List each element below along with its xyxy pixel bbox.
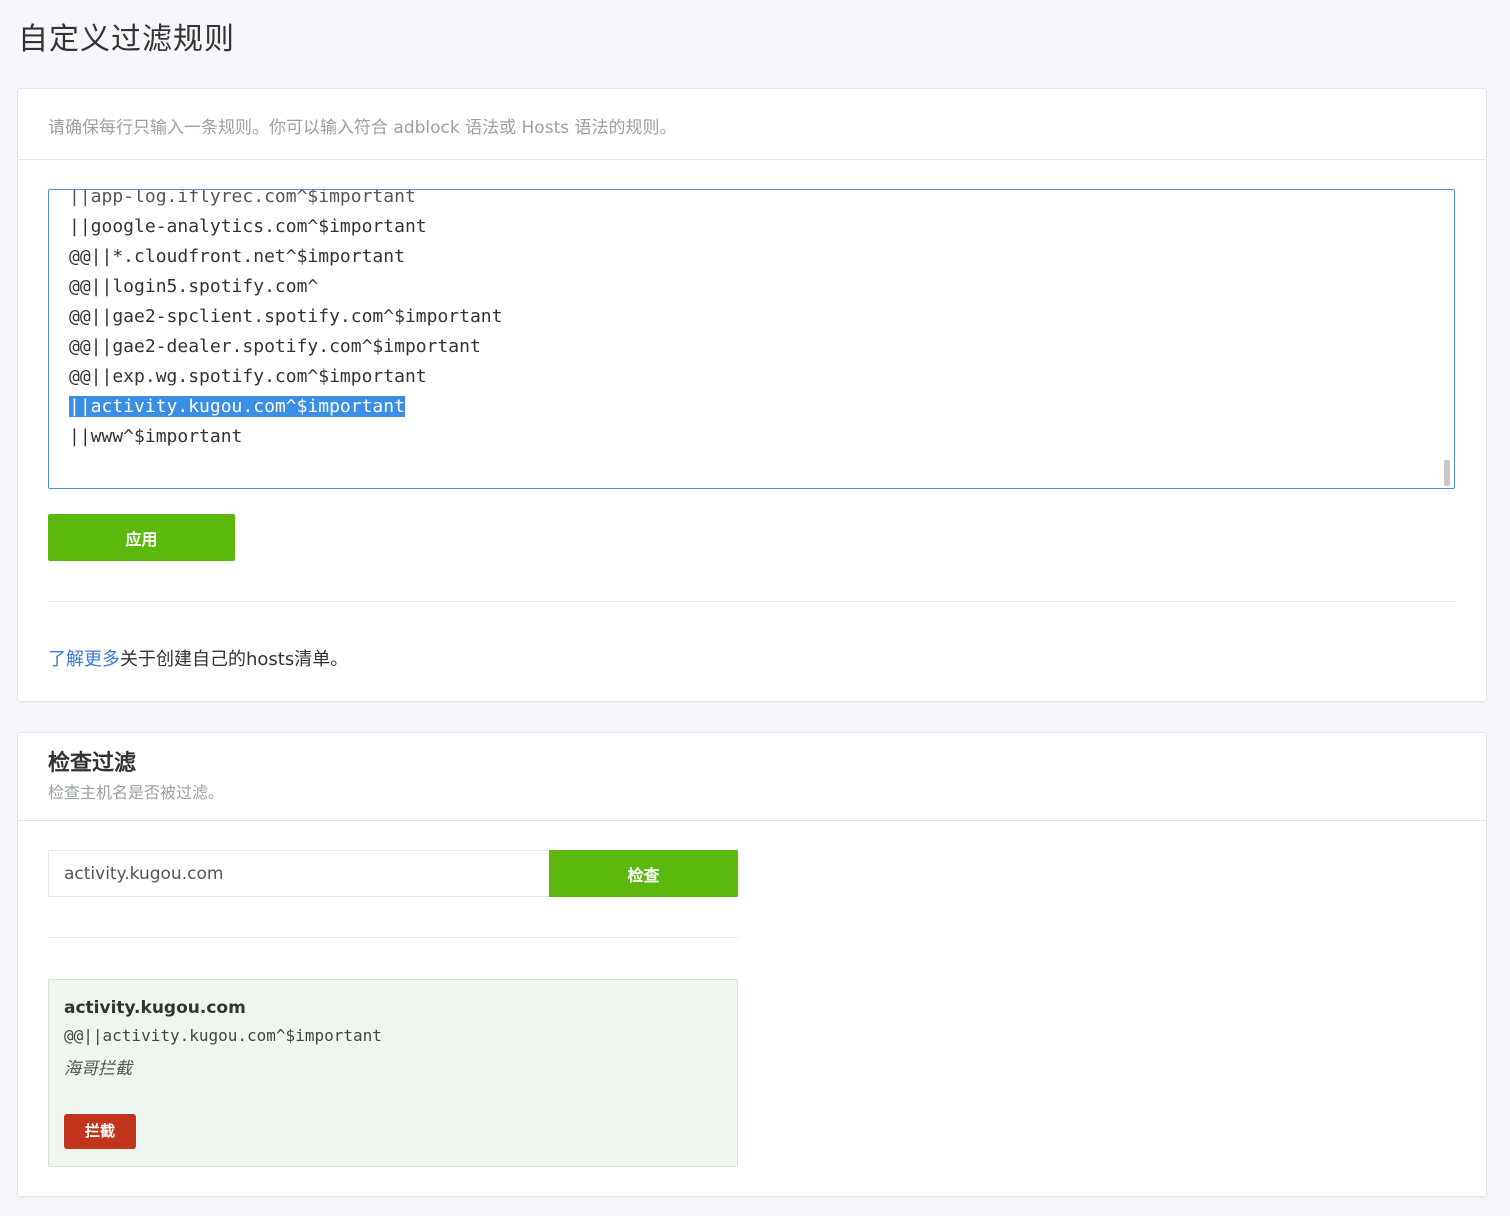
result-matched-rule: @@||activity.kugou.com^$important [64,1026,382,1045]
check-subtitle: 检查主机名是否被过滤。 [48,783,225,802]
apply-button[interactable]: 应用 [48,514,235,561]
editor-line[interactable]: @@||exp.wg.spotify.com^$important [69,362,502,392]
editor-line[interactable]: @@||*.cloudfront.net^$important [69,242,502,272]
check-button[interactable]: 检查 [549,850,738,897]
check-result: activity.kugou.com @@||activity.kugou.co… [48,979,738,1167]
custom-rules-card: 请确保每行只输入一条规则。你可以输入符合 adblock 语法或 Hosts 语… [17,88,1487,702]
result-filter-source: 海哥拦截 [64,1059,132,1079]
rules-editor[interactable]: ||app-log.iflyrec.com^$important ||google… [48,189,1455,489]
check-title: 检查过滤 [48,751,137,776]
page-title: 自定义过滤规则 [18,22,235,57]
editor-line[interactable]: ||www^$important [69,422,502,452]
editor-line-text: ||google-analytics.com^$important [69,216,427,237]
editor-line-text: @@||*.cloudfront.net^$important [69,246,405,267]
rules-editor-content[interactable]: ||app-log.iflyrec.com^$important ||google… [69,189,502,452]
check-divider [48,937,738,938]
editor-line-text: ||app-log.iflyrec.com^$important [69,189,416,207]
editor-line[interactable]: @@||login5.spotify.com^ [69,272,502,302]
editor-line-text: @@||exp.wg.spotify.com^$important [69,366,427,387]
editor-scrollbar[interactable] [1444,460,1450,486]
editor-line[interactable]: @@||gae2-spclient.spotify.com^$important [69,302,502,332]
editor-line[interactable]: ||activity.kugou.com^$important [69,392,502,422]
editor-line-text: @@||gae2-dealer.spotify.com^$important [69,336,481,357]
rules-divider [48,601,1455,602]
rules-card-header: 请确保每行只输入一条规则。你可以输入符合 adblock 语法或 Hosts 语… [18,89,1486,160]
check-filter-card: 检查过滤 检查主机名是否被过滤。 检查 activity.kugou.com @… [17,732,1487,1197]
status-badge: 拦截 [64,1114,136,1149]
editor-line-text: ||activity.kugou.com^$important [69,396,405,417]
result-hostname: activity.kugou.com [64,998,246,1018]
editor-line[interactable]: @@||gae2-dealer.spotify.com^$important [69,332,502,362]
rules-description: 请确保每行只输入一条规则。你可以输入符合 adblock 语法或 Hosts 语… [48,118,677,138]
learn-more-text: 了解更多关于创建自己的hosts清单。 [48,645,348,671]
editor-line-text: @@||gae2-spclient.spotify.com^$important [69,306,503,327]
hostname-input[interactable] [48,850,550,897]
check-card-header: 检查过滤 检查主机名是否被过滤。 [18,733,1486,821]
editor-line-text: @@||login5.spotify.com^ [69,276,319,297]
editor-line-text: ||www^$important [69,426,243,447]
learn-more-rest: 关于创建自己的hosts清单。 [120,649,349,670]
learn-more-link[interactable]: 了解更多 [48,649,120,670]
editor-line[interactable]: ||google-analytics.com^$important [69,212,502,242]
editor-line[interactable]: ||app-log.iflyrec.com^$important [69,189,502,212]
